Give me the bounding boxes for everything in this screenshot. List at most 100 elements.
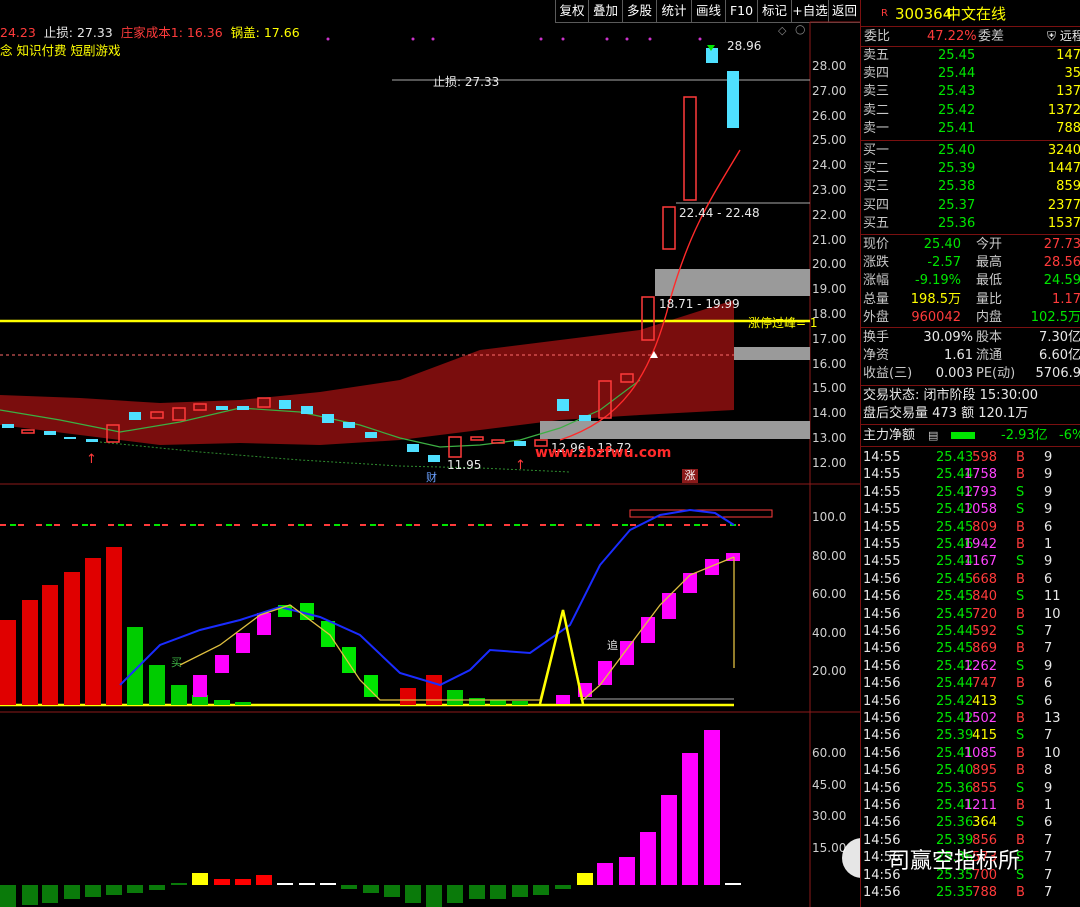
- ask-label: 卖四: [863, 66, 890, 82]
- tick-row: 14:56 25.42 413 S 6: [861, 693, 1080, 711]
- quote-row: 外盘 960042 内盘 102.5万: [861, 309, 1080, 327]
- ask-row[interactable]: 卖二 25.42 1372: [861, 102, 1080, 120]
- tick-price: 25.45: [936, 571, 974, 587]
- quote-label: 涨幅: [863, 273, 890, 289]
- capital-flow-row[interactable]: 主力净额 ▤ -2.93亿 -6%: [861, 427, 1080, 445]
- tick-row: 14:55 25.42 1793 S 9: [861, 484, 1080, 502]
- candle: [662, 206, 676, 250]
- candle: [683, 96, 697, 201]
- indicator2-bar: [192, 873, 208, 885]
- price-axis-tick: 21.00: [812, 232, 847, 247]
- indicator2-bar: [577, 873, 593, 885]
- indicator2-bar: [704, 730, 720, 885]
- tick-direction: S: [1016, 780, 1025, 796]
- ask-volume: 788: [1056, 120, 1080, 136]
- trade-status: 交易状态: 闭市阶段 15:30:00: [861, 387, 1080, 405]
- tick-volume: 1211: [963, 798, 997, 813]
- ask-price: 25.45: [938, 48, 976, 63]
- watermark-text: www.zbzfwu.com: [535, 445, 672, 461]
- candle: [129, 412, 141, 420]
- indicator1-block: [236, 633, 250, 653]
- ask-row[interactable]: 卖三 25.43 137: [861, 83, 1080, 101]
- tick-volume: 1262: [963, 658, 997, 674]
- tick-row: 14:56 25.42 1502 B 13: [861, 710, 1080, 728]
- tick-time: 14:56: [863, 763, 901, 779]
- bid-row[interactable]: 买二 25.39 1447: [861, 160, 1080, 178]
- tick-direction: S: [1016, 589, 1025, 605]
- tick-time: 14:56: [863, 658, 901, 674]
- stat-row: 收益(三) 0.003 PE(动) 5706.9: [861, 365, 1080, 383]
- indicator-pane-1: [0, 508, 773, 707]
- quote-label: 现价: [863, 237, 890, 252]
- indicator1-block: [193, 675, 207, 697]
- indicator2-bar: [363, 885, 379, 893]
- tick-price: 25.45: [936, 606, 974, 622]
- ask-price: 25.41: [938, 120, 976, 136]
- quote-row: 现价 25.40 今开 27.73: [861, 236, 1080, 254]
- tick-count: 6: [1044, 676, 1053, 692]
- price-axis-tick: 22.00: [812, 207, 847, 222]
- indicator2-bar: [490, 885, 506, 899]
- tick-time: 14:55: [863, 484, 901, 500]
- after-hours-text: 盘后交易量 473 额 120.1万: [863, 406, 1029, 421]
- price-axis-tick: 23.00: [812, 183, 847, 197]
- tick-count: 7: [1044, 850, 1053, 866]
- tick-volume: 809: [972, 519, 997, 535]
- chase-signal: 追: [607, 639, 618, 652]
- stock-title: R 300364 中文在线: [861, 3, 1080, 25]
- tick-count: 9: [1044, 484, 1053, 500]
- ask-row[interactable]: 卖五 25.45 147: [861, 47, 1080, 65]
- indicator2-bar: [85, 885, 101, 897]
- indicator2-bar: [299, 883, 315, 885]
- tick-count: 13: [1044, 711, 1061, 726]
- weicha-label: 委差: [978, 29, 1005, 44]
- price-axis-tick: 28.00: [812, 59, 847, 73]
- bid-label: 买三: [863, 179, 890, 195]
- bid-row[interactable]: 买一 25.40 3240: [861, 142, 1080, 160]
- bid-label: 买五: [863, 215, 890, 231]
- kline-chart-area[interactable]: 复权 叠加 多股 统计 画线 F10 标记 +自选 返回 24.23 止损: 2…: [0, 0, 860, 907]
- remote-badge[interactable]: ⛨ 远程: [1047, 28, 1080, 46]
- tick-count: 10: [1044, 606, 1061, 622]
- ask-row[interactable]: 卖四 25.44 35: [861, 65, 1080, 83]
- weibi-row: 委比 47.22% 委差 ⛨ 远程: [861, 28, 1080, 46]
- indicator1-bar: [149, 665, 165, 705]
- tick-time: 14:56: [863, 780, 901, 796]
- remote-label: 远程: [1059, 29, 1080, 43]
- ask-row[interactable]: 卖一 25.41 788: [861, 120, 1080, 138]
- stop-loss-label: 止损: 27.33: [433, 75, 500, 89]
- quote-row: 涨幅 -9.19% 最低 24.59: [861, 272, 1080, 290]
- price-axis-tick: 19.00: [812, 282, 847, 297]
- indicator2-bar: [22, 885, 38, 905]
- tick-direction: S: [1016, 693, 1025, 709]
- indicator1-bar: [235, 702, 251, 705]
- indicator2-bar: [447, 885, 463, 903]
- tick-count: 6: [1044, 693, 1053, 709]
- tick-price: 25.44: [936, 624, 974, 639]
- tick-volume: 1058: [963, 502, 997, 518]
- tick-count: 1: [1044, 537, 1053, 552]
- ask-volume: 35: [1064, 66, 1080, 82]
- indicator2-bar: [106, 885, 122, 895]
- indicator2-bar: [405, 885, 421, 903]
- tick-row: 14:55 25.46 1942 B 1: [861, 536, 1080, 554]
- tick-count: 11: [1044, 589, 1061, 605]
- indicator2-axis-tick: 30.00: [812, 809, 847, 823]
- indicator2-bar: [64, 885, 80, 899]
- tick-direction: B: [1016, 467, 1025, 483]
- indicator1-axis-tick: 20.00: [812, 664, 847, 678]
- tick-count: 7: [1044, 832, 1053, 848]
- bid-row[interactable]: 买五 25.36 1537: [861, 215, 1080, 233]
- candle: [514, 441, 526, 446]
- tick-price: 25.36: [936, 780, 974, 796]
- bid-row[interactable]: 买四 25.37 2377: [861, 197, 1080, 215]
- tick-volume: 1085: [963, 745, 997, 761]
- candle: [727, 71, 739, 128]
- svg-text:↑: ↑: [515, 458, 526, 473]
- bid-row[interactable]: 买三 25.38 859: [861, 178, 1080, 196]
- tick-volume: 668: [972, 571, 997, 587]
- tick-direction: B: [1016, 711, 1025, 726]
- indicator1-bar: [214, 700, 230, 705]
- tick-volume: 869: [972, 641, 997, 657]
- tick-time: 14:56: [863, 815, 901, 831]
